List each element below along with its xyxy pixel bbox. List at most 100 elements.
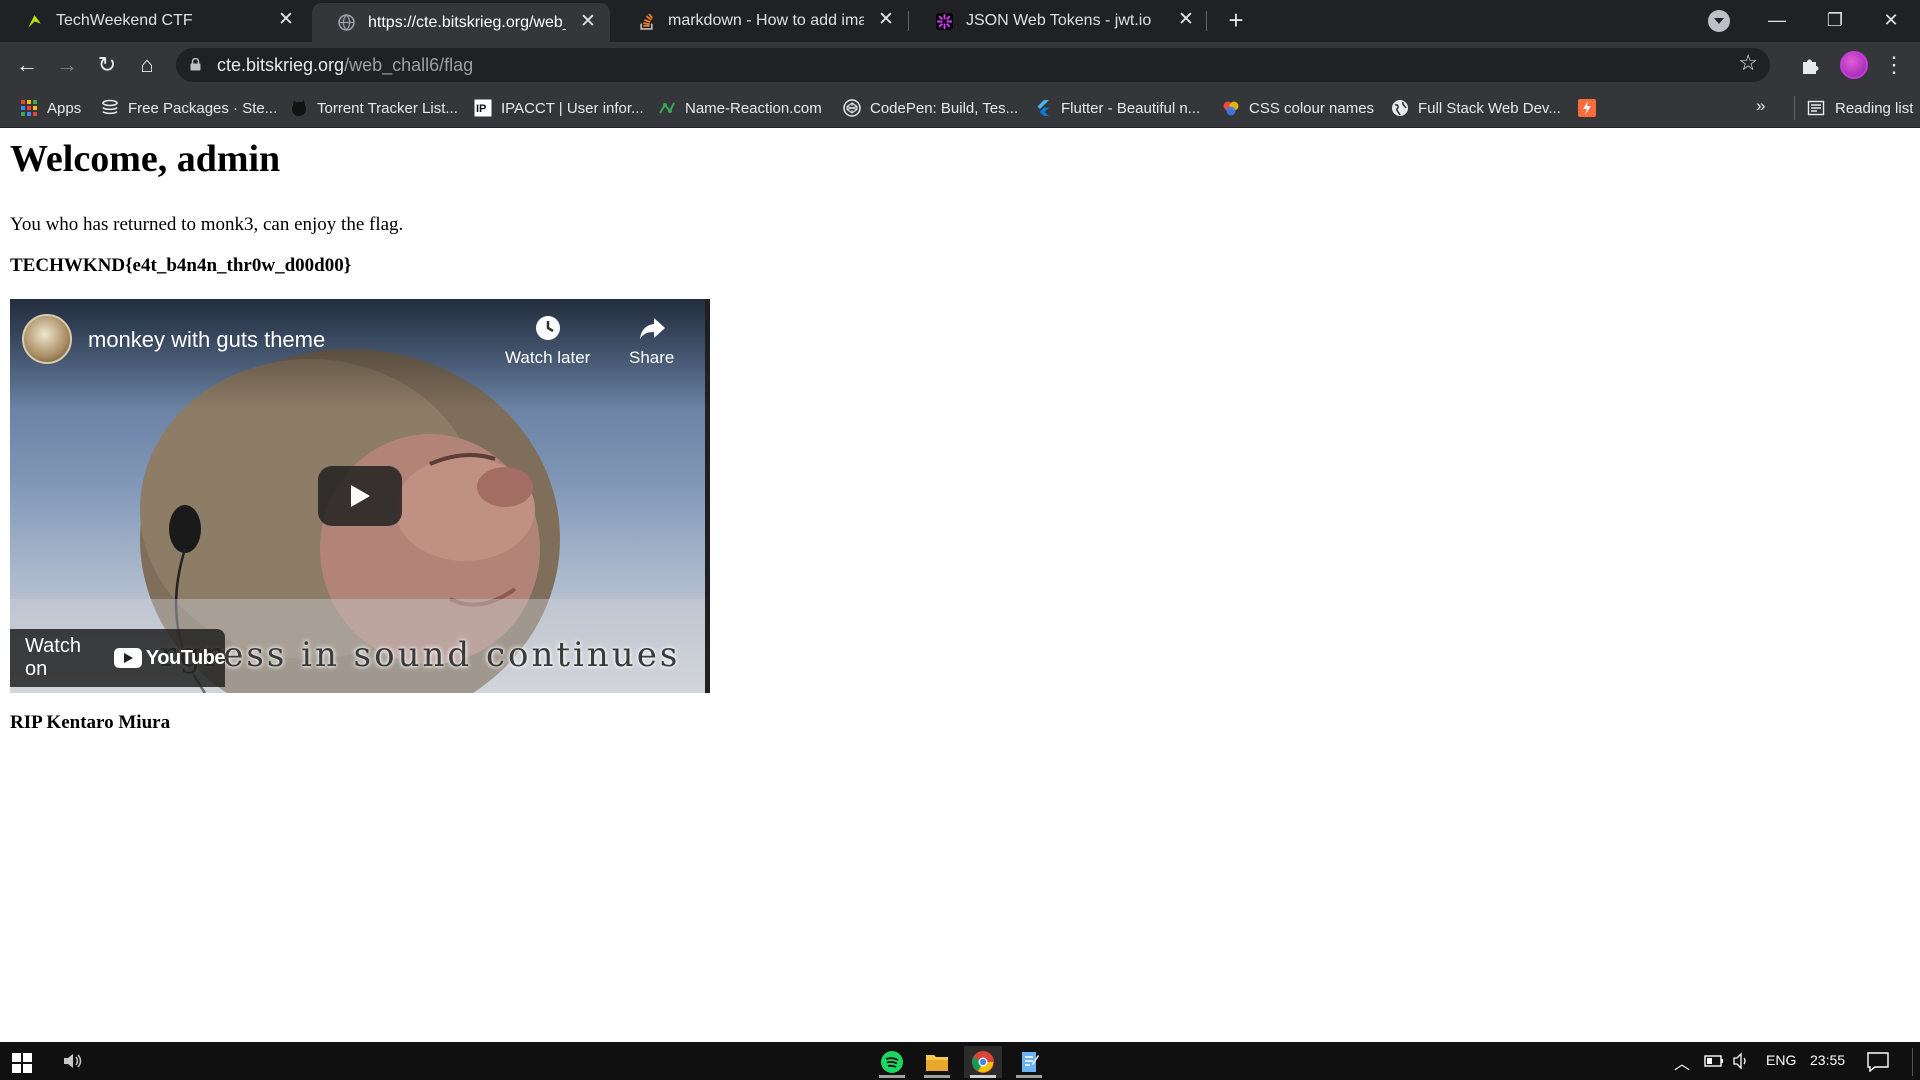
bookmark-apps[interactable]: Apps	[20, 96, 81, 120]
window-close-button[interactable]: ✕	[1862, 0, 1920, 40]
browser-menu-icon[interactable]: ⋮	[1882, 49, 1906, 81]
notepad-icon	[1022, 1052, 1039, 1072]
bookmarks-overflow-icon[interactable]: »	[1756, 96, 1765, 116]
video-title[interactable]: monkey with guts theme	[88, 327, 325, 353]
tab-title: markdown - How to add images	[668, 12, 864, 29]
url-text[interactable]: cte.bitskrieg.org/web_chall6/flag	[217, 55, 473, 76]
notifications-icon[interactable]	[1867, 1052, 1889, 1072]
page-content: Welcome, admin You who has returned to m…	[0, 129, 1920, 1042]
bookmark-label: Free Packages · Ste...	[128, 99, 278, 117]
svg-text:IP: IP	[476, 103, 486, 115]
bookmark-label: Torrent Tracker List...	[317, 99, 458, 117]
forward-button[interactable]: →	[51, 49, 83, 81]
tab-close-icon[interactable]: ✕	[576, 11, 600, 35]
bookmark-label: Full Stack Web Dev...	[1418, 99, 1561, 117]
bookmark-name-reaction[interactable]: Name-Reaction.com	[658, 96, 822, 120]
taskbar-file-explorer[interactable]	[918, 1046, 956, 1078]
running-indicator	[1016, 1075, 1042, 1078]
reading-list-button[interactable]: Reading list	[1794, 96, 1913, 120]
chevron-up-icon[interactable]: ︿	[1674, 1050, 1690, 1074]
tab-search-icon[interactable]	[1708, 10, 1730, 32]
page-heading: Welcome, admin	[10, 138, 281, 180]
taskbar-notes[interactable]	[1010, 1046, 1048, 1078]
bookmark-torrent-tracker[interactable]: Torrent Tracker List...	[290, 96, 458, 120]
techweekend-favicon-icon	[28, 14, 41, 28]
globe-favicon-icon	[338, 14, 355, 31]
extensions-puzzle-icon[interactable]	[1800, 54, 1822, 76]
clock-time[interactable]: 23:55	[1810, 1052, 1845, 1068]
codepen-icon	[843, 99, 861, 117]
url-host: cte.bitskrieg.org	[217, 55, 345, 75]
bookmark-bolt[interactable]	[1578, 96, 1605, 120]
bookmark-free-packages[interactable]: Free Packages · Ste...	[101, 96, 277, 120]
speaker-icon[interactable]	[62, 1050, 84, 1072]
browser-toolbar: ← → ↻ ⌂ cte.bitskrieg.org/web_chall6/fla…	[0, 42, 1920, 88]
minimize-button[interactable]: —	[1748, 0, 1806, 40]
flag-text: TECHWKND{e4t_b4n4n_thr0w_d00d00}	[10, 255, 352, 276]
tab-strip: TechWeekend CTF ✕ https://cte.bitskrieg.…	[0, 0, 1920, 42]
ip-icon: IP	[474, 99, 492, 117]
tab-close-icon[interactable]: ✕	[274, 9, 298, 33]
home-button[interactable]: ⌂	[131, 49, 163, 81]
language-indicator[interactable]: ENG	[1766, 1052, 1796, 1068]
play-button[interactable]	[318, 466, 402, 526]
tab-title: https://cte.bitskrieg.org/web_cha	[368, 13, 566, 31]
tab-techweekend[interactable]: TechWeekend CTF ✕	[0, 0, 308, 42]
welcome-message: You who has returned to monk3, can enjoy…	[10, 214, 404, 235]
show-desktop-divider[interactable]	[1912, 1048, 1913, 1076]
bookmark-flutter[interactable]: Flutter - Beautiful n...	[1034, 96, 1200, 120]
volume-icon[interactable]	[1732, 1052, 1752, 1070]
battery-icon[interactable]	[1704, 1054, 1724, 1068]
channel-avatar[interactable]	[22, 314, 72, 364]
clock-icon	[535, 316, 560, 340]
spotify-icon	[881, 1051, 903, 1073]
color-wheel-icon	[1223, 101, 1239, 116]
bookmark-ipacct[interactable]: IP IPACCT | User infor...	[474, 96, 644, 120]
tab-close-icon[interactable]: ✕	[874, 9, 898, 33]
bookmark-label: CSS colour names	[1249, 99, 1375, 117]
reading-list-label: Reading list	[1835, 99, 1914, 117]
share-label: Share	[629, 348, 675, 367]
bookmark-star-icon[interactable]: ☆	[1738, 50, 1758, 76]
windows-taskbar: ︿ ENG 23:55	[0, 1042, 1920, 1080]
watch-later-label: Watch later	[505, 348, 591, 367]
new-tab-button[interactable]: +	[1222, 7, 1250, 35]
footer-text: RIP Kentaro Miura	[10, 712, 171, 733]
bookmark-label: CodePen: Build, Tes...	[870, 99, 1019, 117]
video-top-gradient	[10, 299, 710, 409]
back-button[interactable]: ←	[11, 49, 43, 81]
video-edge	[705, 299, 710, 693]
windows-start-icon[interactable]	[12, 1053, 32, 1073]
globe-icon	[1392, 100, 1408, 116]
stackoverflow-favicon-icon	[640, 13, 654, 30]
watch-on-label: Watch on	[25, 635, 81, 680]
watch-later-button[interactable]: Watch later	[505, 314, 590, 368]
tab-close-icon[interactable]: ✕	[1174, 9, 1198, 33]
tab-jwt[interactable]: JSON Web Tokens - jwt.io ✕	[910, 0, 1208, 42]
tab-title: JSON Web Tokens - jwt.io	[966, 12, 1152, 29]
running-indicator	[924, 1075, 950, 1078]
lock-icon[interactable]	[190, 58, 201, 71]
reload-button[interactable]: ↻	[91, 49, 123, 81]
youtube-logo: YouTube	[113, 646, 226, 670]
share-button[interactable]: Share	[629, 314, 674, 368]
profile-avatar[interactable]	[1840, 51, 1868, 79]
watch-on-youtube-button[interactable]: Watch on YouTube	[10, 629, 226, 687]
flutter-icon	[1037, 100, 1049, 116]
youtube-wordmark: YouTube	[145, 646, 226, 669]
youtube-embed[interactable]: monkey with guts theme Watch later Share…	[10, 299, 710, 693]
tab-title: TechWeekend CTF	[56, 12, 193, 29]
bookmark-label: Apps	[47, 99, 82, 117]
bookmark-full-stack[interactable]: Full Stack Web Dev...	[1391, 96, 1561, 120]
tab-flag-page[interactable]: https://cte.bitskrieg.org/web_cha ✕	[312, 3, 610, 42]
youtube-play-icon	[113, 648, 142, 668]
bookmark-css-colour-names[interactable]: CSS colour names	[1222, 96, 1374, 120]
restore-button[interactable]: ❐	[1806, 0, 1864, 40]
tab-markdown[interactable]: markdown - How to add images ✕	[612, 0, 908, 42]
reading-list-icon	[1807, 100, 1825, 116]
taskbar-chrome[interactable]	[964, 1046, 1002, 1078]
taskbar-spotify[interactable]	[873, 1046, 911, 1078]
bookmark-codepen[interactable]: CodePen: Build, Tes...	[843, 96, 1018, 120]
address-bar[interactable]: cte.bitskrieg.org/web_chall6/flag ☆	[176, 48, 1770, 82]
running-indicator	[970, 1075, 996, 1078]
